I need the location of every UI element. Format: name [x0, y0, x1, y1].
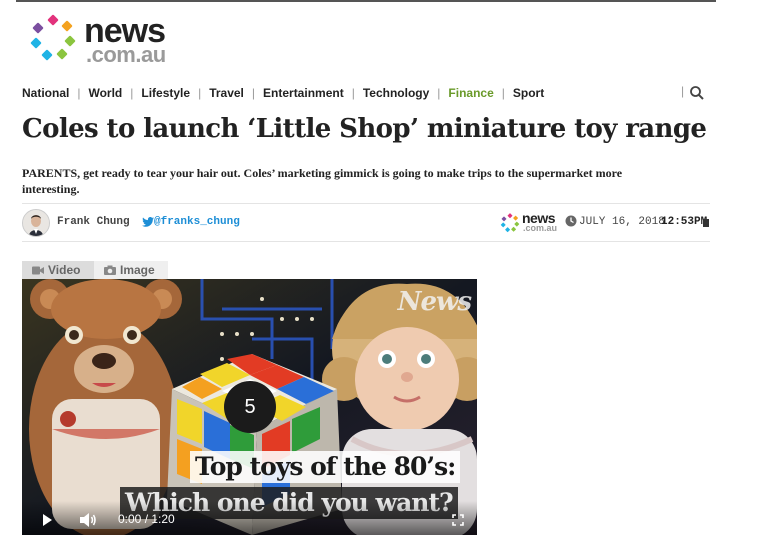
logo-domain-text: .com.au	[86, 42, 166, 67]
duration: 1:20	[151, 512, 175, 526]
nav-item-sport[interactable]: Sport	[513, 86, 544, 100]
nav-separator: |	[130, 86, 134, 100]
video-brand-watermark: News	[397, 287, 472, 317]
author-name[interactable]: Frank Chung	[57, 216, 130, 228]
tab-image-label: Image	[120, 263, 155, 277]
current-time: 0:00	[118, 512, 142, 526]
top-rule	[16, 0, 716, 2]
nav-separator: |	[681, 84, 685, 98]
divider	[22, 241, 710, 242]
nav-item-travel[interactable]: Travel	[209, 86, 244, 100]
main-nav: National | World | Lifestyle | Travel | …	[22, 84, 544, 102]
source-logo-domain-text: .com.au	[523, 223, 558, 233]
logo-dots-icon	[30, 14, 76, 61]
site-logo[interactable]: news .com.au	[28, 12, 188, 67]
logo-dots-icon	[500, 213, 520, 233]
video-time-readout: 0:00 / 1:20	[118, 512, 175, 526]
search-icon[interactable]	[689, 85, 705, 101]
divider	[22, 203, 710, 204]
video-camera-icon	[32, 266, 44, 274]
nav-separator: |	[437, 86, 441, 100]
tab-image[interactable]: Image	[94, 261, 168, 279]
nav-item-finance[interactable]: Finance	[448, 86, 493, 100]
tab-video-label: Video	[48, 263, 81, 277]
countdown-badge: 5	[224, 381, 276, 433]
author-twitter-handle[interactable]: @franks_chung	[154, 216, 240, 228]
publish-time: 12:53PM	[661, 216, 708, 228]
video-caption-line1: Top toys of the 80’s:	[190, 451, 461, 483]
twitter-icon	[142, 217, 154, 227]
tab-video[interactable]: Video	[22, 261, 94, 279]
nav-separator: |	[198, 86, 202, 100]
play-icon[interactable]	[40, 513, 54, 527]
nav-separator: |	[77, 86, 81, 100]
article-headline: Coles to launch ‘Little Shop’ miniature …	[22, 114, 707, 144]
nav-separator: |	[251, 86, 256, 100]
author-avatar[interactable]	[22, 209, 50, 237]
article-standfirst: PARENTS, get ready to tear your hair out…	[22, 166, 623, 196]
video-controls: 0:00 / 1:20	[22, 501, 477, 535]
media-tabs: Video Image	[22, 261, 168, 279]
clock-icon	[565, 215, 577, 227]
nav-item-world[interactable]: World	[88, 86, 122, 100]
camera-icon	[104, 265, 116, 275]
source-logo: news .com.au	[500, 210, 562, 236]
publish-date: JULY 16, 2018	[579, 216, 665, 228]
fullscreen-icon[interactable]	[452, 514, 464, 526]
nav-item-lifestyle[interactable]: Lifestyle	[141, 86, 190, 100]
volume-icon[interactable]	[79, 512, 97, 528]
video-player[interactable]: News 5 Top toys of the 80’s: Which one d…	[22, 279, 477, 535]
time-marker	[703, 219, 709, 227]
nav-separator: |	[501, 86, 505, 100]
nav-item-national[interactable]: National	[22, 86, 69, 100]
nav-item-technology[interactable]: Technology	[363, 86, 429, 100]
nav-separator: |	[351, 86, 355, 100]
nav-item-entertainment[interactable]: Entertainment	[263, 86, 344, 100]
